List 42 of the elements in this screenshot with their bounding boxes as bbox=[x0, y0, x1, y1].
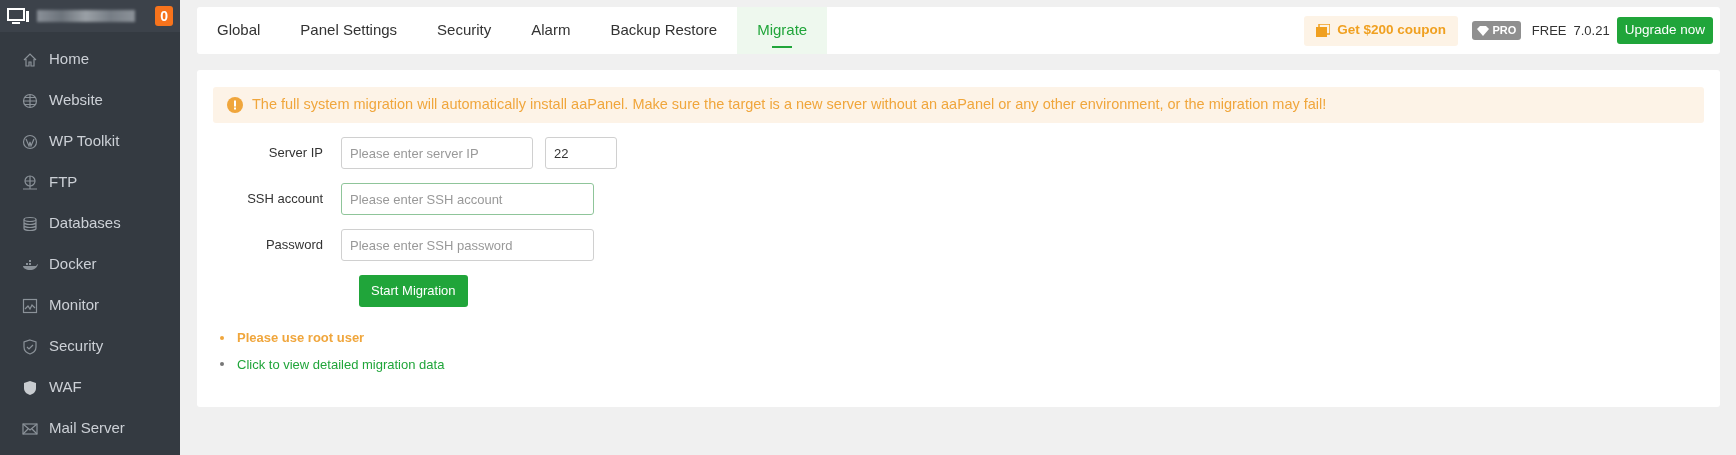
tab[interactable]: Panel Settings bbox=[280, 7, 418, 54]
pro-badge: PRO bbox=[1472, 21, 1522, 40]
plan-label: FREE bbox=[1531, 21, 1567, 40]
input-field[interactable]: Please enter SSH password bbox=[341, 229, 594, 261]
diamond-icon bbox=[1477, 25, 1489, 36]
input-field[interactable]: Please enter SSH account bbox=[341, 183, 594, 215]
home-icon bbox=[22, 51, 38, 68]
sidebar-item[interactable]: Security bbox=[0, 326, 180, 367]
field-label: Server IP bbox=[267, 144, 324, 163]
tab[interactable]: Alarm bbox=[511, 7, 591, 54]
shield-icon bbox=[22, 379, 38, 396]
sidebar-item[interactable]: Monitor bbox=[0, 285, 180, 326]
shield-icon bbox=[22, 338, 38, 355]
field-label: SSH account bbox=[246, 190, 324, 209]
chart-icon bbox=[22, 297, 38, 314]
sidebar-item[interactable]: FTP bbox=[0, 162, 180, 203]
input-field[interactable]: 22 bbox=[545, 137, 617, 169]
sidebar-item[interactable]: WAF bbox=[0, 367, 180, 408]
sidebar-item[interactable]: Website bbox=[0, 80, 180, 121]
globe-icon bbox=[22, 92, 38, 109]
sidebar-item[interactable]: Docker bbox=[0, 244, 180, 285]
sidebar-item[interactable]: Mail Server bbox=[0, 408, 180, 449]
warning-text: The full system migration will automatically install aaPanel. Make sure the target is a new server without an aaPanel or any other environment, or the migration may fail! bbox=[252, 95, 1327, 115]
input-field[interactable]: Please enter server IP bbox=[341, 137, 533, 169]
bullet bbox=[220, 335, 224, 340]
database-icon bbox=[22, 215, 38, 232]
bullet bbox=[220, 362, 224, 367]
field-label: Password bbox=[264, 236, 324, 255]
warning-icon bbox=[227, 97, 243, 113]
sidebar-item[interactable]: Databases bbox=[0, 203, 180, 244]
sidebar-item[interactable]: WP Toolkit bbox=[0, 121, 180, 162]
wordpress-icon bbox=[22, 133, 38, 150]
tab[interactable]: Security bbox=[417, 7, 512, 54]
mail-icon bbox=[22, 420, 38, 437]
sidebar-item[interactable]: Home bbox=[0, 39, 180, 80]
network-globe-icon bbox=[22, 174, 38, 191]
tab[interactable]: Global bbox=[197, 7, 281, 54]
version-label: 7.0.21 bbox=[1573, 21, 1610, 40]
tab[interactable]: Backup Restore bbox=[590, 7, 738, 54]
note-text: Please use root user bbox=[237, 329, 365, 347]
monitor-icon bbox=[7, 7, 30, 25]
coupon-icon bbox=[1316, 23, 1331, 38]
